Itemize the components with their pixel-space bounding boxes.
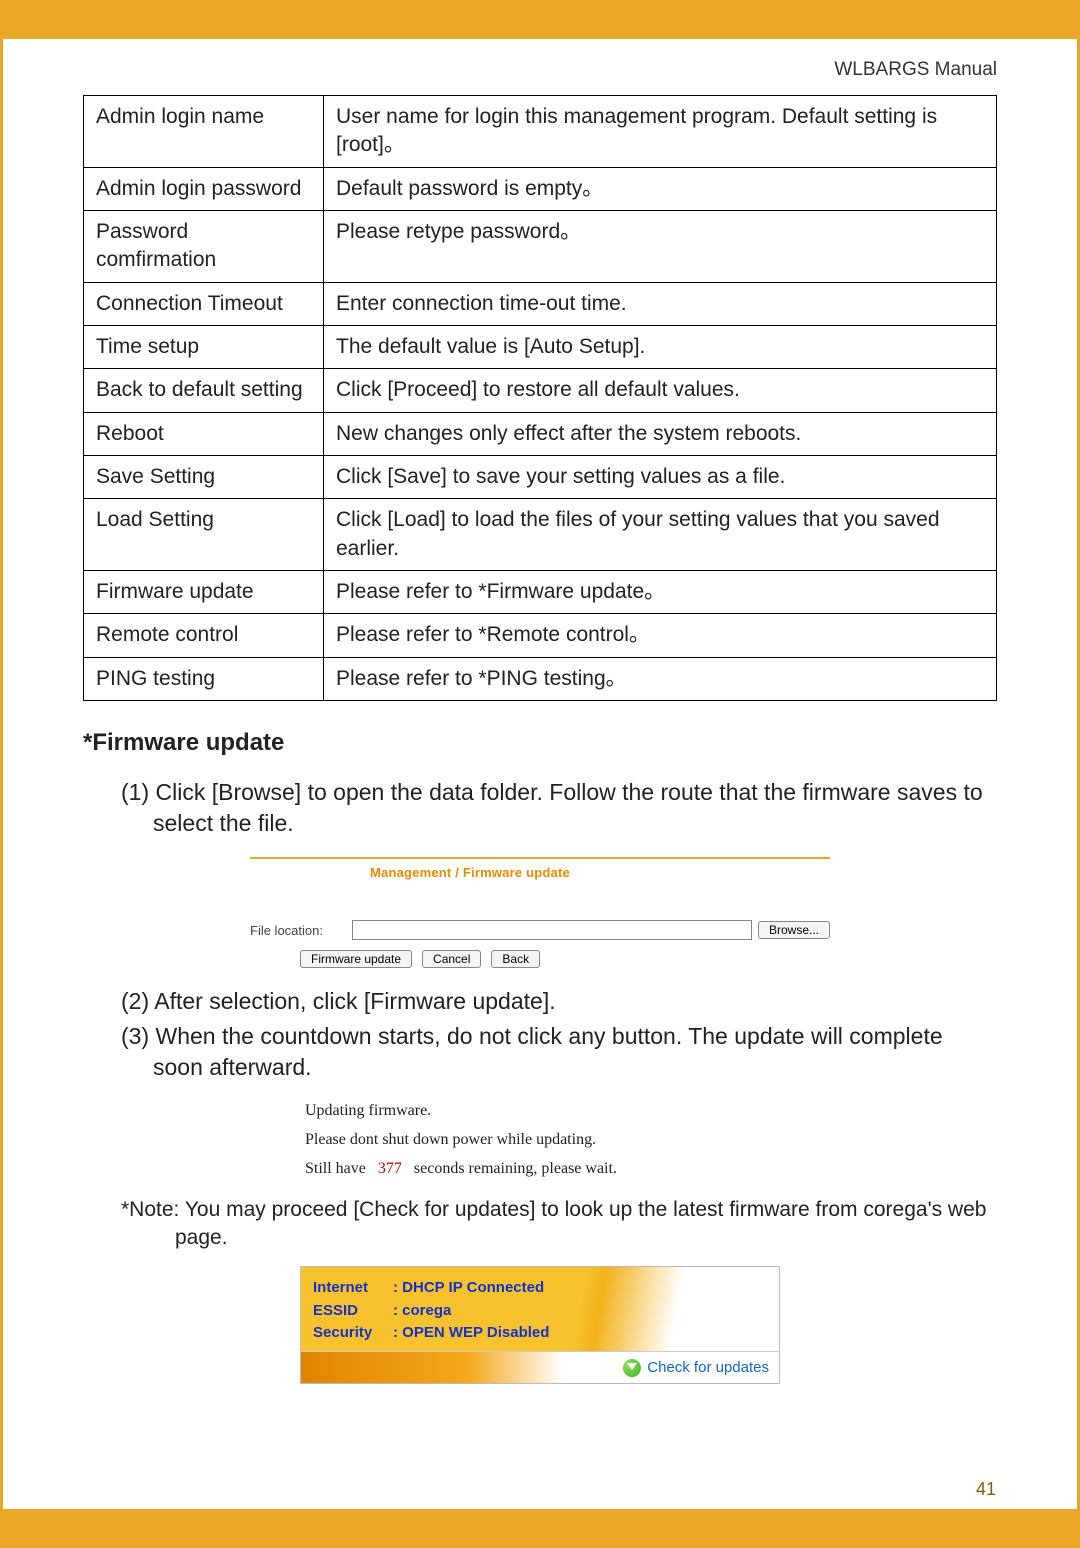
- updating-line-1: Updating firmware.: [305, 1097, 775, 1126]
- setting-name: Admin login password: [84, 167, 324, 210]
- setting-desc: Please refer to *Firmware update。: [324, 571, 997, 614]
- divider: [250, 857, 830, 859]
- table-row: PING testingPlease refer to *PING testin…: [84, 657, 997, 700]
- setting-name: Firmware update: [84, 571, 324, 614]
- table-row: Remote controlPlease refer to *Remote co…: [84, 614, 997, 657]
- cancel-button[interactable]: Cancel: [422, 950, 481, 968]
- note-check-updates: *Note: You may proceed [Check for update…: [121, 1196, 997, 1253]
- setting-name: Load Setting: [84, 499, 324, 571]
- section-heading-firmware-update: *Firmware update: [83, 729, 997, 757]
- table-row: Admin login passwordDefault password is …: [84, 167, 997, 210]
- setting-desc: Click [Save] to save your setting values…: [324, 456, 997, 499]
- setting-desc: Please refer to *Remote control。: [324, 614, 997, 657]
- bottom-orange-bar: [3, 1509, 1077, 1545]
- back-button[interactable]: Back: [491, 950, 540, 968]
- status-banner-footer: Check for updates: [301, 1351, 779, 1383]
- setting-name: Connection Timeout: [84, 282, 324, 325]
- setting-name: Time setup: [84, 326, 324, 369]
- page-content: WLBARGS Manual Admin login nameUser name…: [3, 39, 1077, 1509]
- top-orange-bar: [3, 3, 1077, 39]
- table-row: Firmware updatePlease refer to *Firmware…: [84, 571, 997, 614]
- setting-name: Save Setting: [84, 456, 324, 499]
- status-internet-label: Internet: [313, 1277, 393, 1300]
- countdown-prefix: Still have: [305, 1160, 366, 1177]
- setting-desc: Default password is empty。: [324, 167, 997, 210]
- step-3: (3) When the countdown starts, do not cl…: [121, 1021, 997, 1083]
- status-banner: Internet: DHCP IP Connected ESSID: coreg…: [300, 1266, 780, 1384]
- status-banner-body: Internet: DHCP IP Connected ESSID: coreg…: [301, 1267, 779, 1351]
- step-1: (1) Click [Browse] to open the data fold…: [121, 777, 997, 839]
- status-security-value: : OPEN WEP Disabled: [393, 1324, 549, 1341]
- firmware-update-button[interactable]: Firmware update: [300, 950, 412, 968]
- setting-desc: Please refer to *PING testing。: [324, 657, 997, 700]
- setting-desc: Click [Load] to load the files of your s…: [324, 499, 997, 571]
- setting-name: Password comfirmation: [84, 211, 324, 283]
- table-row: Password comfirmationPlease retype passw…: [84, 211, 997, 283]
- setting-desc: User name for login this management prog…: [324, 96, 997, 168]
- setting-name: Remote control: [84, 614, 324, 657]
- setting-name: Back to default setting: [84, 369, 324, 412]
- table-row: Connection TimeoutEnter connection time-…: [84, 282, 997, 325]
- setting-desc: Click [Proceed] to restore all default v…: [324, 369, 997, 412]
- status-essid-value: : corega: [393, 1302, 451, 1319]
- updating-line-3: Still have 377 seconds remaining, please…: [305, 1155, 775, 1184]
- status-essid-label: ESSID: [313, 1300, 393, 1323]
- table-row: Save SettingClick [Save] to save your se…: [84, 456, 997, 499]
- table-row: Admin login nameUser name for login this…: [84, 96, 997, 168]
- table-row: Time setupThe default value is [Auto Set…: [84, 326, 997, 369]
- status-security-label: Security: [313, 1322, 393, 1345]
- setting-name: PING testing: [84, 657, 324, 700]
- status-internet-value: : DHCP IP Connected: [393, 1279, 544, 1296]
- setting-desc: Please retype password。: [324, 211, 997, 283]
- updating-firmware-message: Updating firmware. Please dont shut down…: [305, 1097, 775, 1183]
- countdown-suffix: seconds remaining, please wait.: [414, 1160, 617, 1177]
- setting-name: Admin login name: [84, 96, 324, 168]
- settings-table: Admin login nameUser name for login this…: [83, 95, 997, 701]
- table-row: Back to default settingClick [Proceed] t…: [84, 369, 997, 412]
- page-number: 41: [976, 1479, 996, 1500]
- countdown-seconds: 377: [378, 1160, 402, 1177]
- step-2: (2) After selection, click [Firmware upd…: [121, 986, 997, 1017]
- file-location-input[interactable]: [352, 920, 752, 940]
- breadcrumb: Management / Firmware update: [250, 865, 830, 880]
- setting-desc: New changes only effect after the system…: [324, 412, 997, 455]
- setting-desc: The default value is [Auto Setup].: [324, 326, 997, 369]
- file-location-label: File location:: [250, 923, 346, 938]
- check-updates-icon: [623, 1359, 641, 1377]
- table-row: RebootNew changes only effect after the …: [84, 412, 997, 455]
- setting-name: Reboot: [84, 412, 324, 455]
- manual-title: WLBARGS Manual: [83, 59, 997, 81]
- firmware-update-dialog: Management / Firmware update File locati…: [250, 857, 830, 968]
- browse-button[interactable]: Browse...: [758, 921, 830, 939]
- setting-desc: Enter connection time-out time.: [324, 282, 997, 325]
- updating-line-2: Please dont shut down power while updati…: [305, 1126, 775, 1155]
- table-row: Load SettingClick [Load] to load the fil…: [84, 499, 997, 571]
- check-updates-link[interactable]: Check for updates: [647, 1359, 769, 1376]
